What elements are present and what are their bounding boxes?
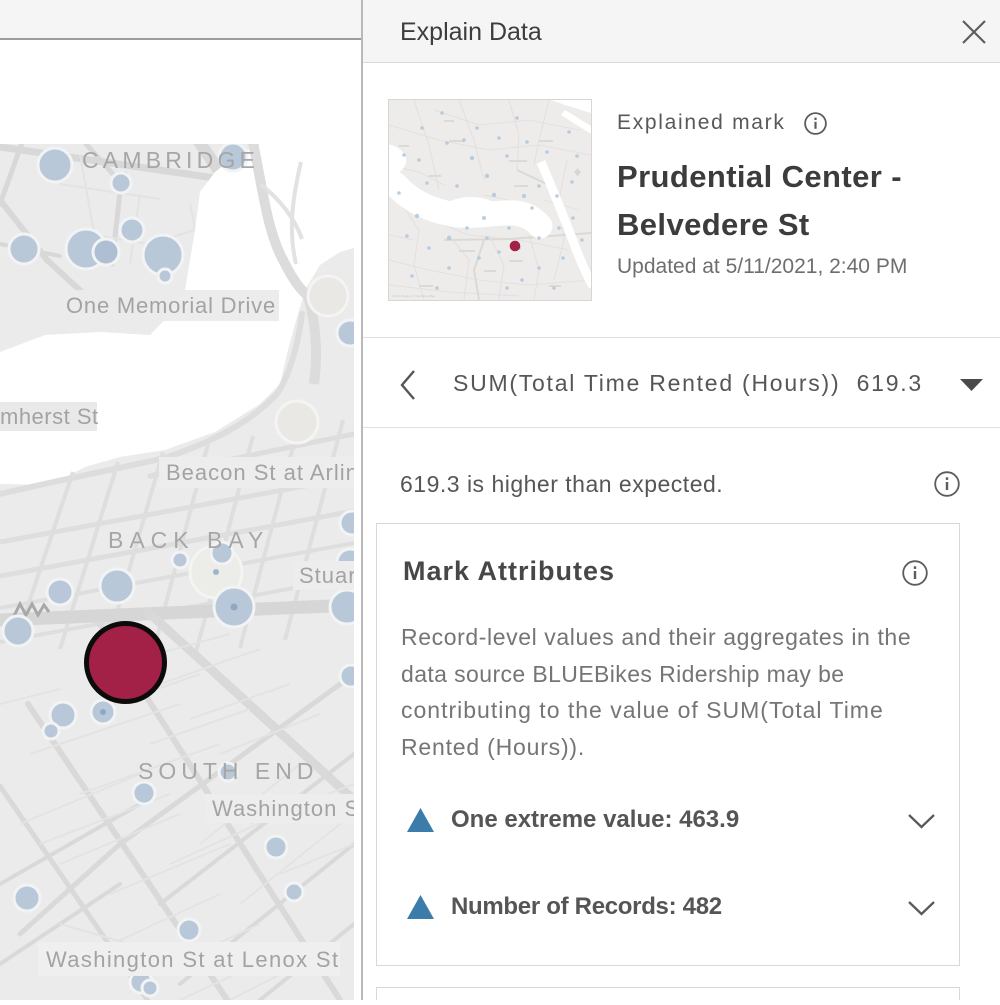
svg-text:Stuart S: Stuart S <box>299 563 354 588</box>
svg-text:SOUTH END: SOUTH END <box>138 758 318 784</box>
svg-text:mherst St: mherst St <box>0 404 99 429</box>
svg-text:© 2021 Mapbox © OpenStreetMap: © 2021 Mapbox © OpenStreetMap <box>392 294 436 298</box>
svg-text:Washington St at Lenox St: Washington St at Lenox St <box>46 947 339 972</box>
svg-text:Beacon St at Arlingt: Beacon St at Arlingt <box>166 460 354 485</box>
svg-text:One Memorial Drive: One Memorial Drive <box>66 293 276 318</box>
svg-text:Washington St: Washington St <box>212 796 354 821</box>
svg-text:BACK BAY: BACK BAY <box>108 527 269 553</box>
svg-text:CAMBRIDGE: CAMBRIDGE <box>82 147 259 173</box>
